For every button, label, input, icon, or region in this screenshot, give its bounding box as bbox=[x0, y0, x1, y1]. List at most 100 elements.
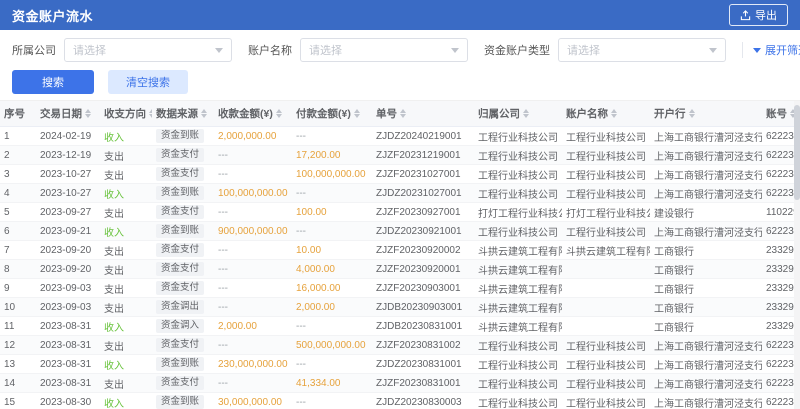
column-label: 付款金额(¥) bbox=[296, 106, 351, 121]
cell-orderNo: ZJDZ20230921001 bbox=[372, 222, 474, 241]
amount-value: 230,000,000.00 bbox=[218, 359, 288, 370]
empty-amount: --- bbox=[218, 150, 228, 161]
cell-orderNo: ZJDZ20230831001 bbox=[372, 355, 474, 374]
column-header-no: 序号 bbox=[0, 101, 36, 127]
empty-amount: --- bbox=[296, 321, 306, 332]
search-button[interactable]: 搜索 bbox=[12, 70, 94, 94]
company-select[interactable]: 请选择 bbox=[64, 38, 232, 62]
column-header-bank[interactable]: 开户行 bbox=[650, 101, 762, 127]
cell-bank: 上海工商银行漕河泾支行 bbox=[650, 393, 762, 409]
sort-icon[interactable] bbox=[354, 109, 360, 118]
table-row: 52023-09-27支出资金支付---100.00ZJZF2023092700… bbox=[0, 203, 800, 222]
cell-date: 2023-08-30 bbox=[36, 393, 100, 409]
sort-icon[interactable] bbox=[85, 109, 91, 118]
account-type-select[interactable]: 请选择 bbox=[558, 38, 726, 62]
source-badge: 资金到账 bbox=[156, 395, 204, 409]
cell-direction: 支出 bbox=[100, 241, 152, 260]
table-row: 22023-12-19支出资金支付---17,200.00ZJZF2023121… bbox=[0, 146, 800, 165]
cell-source: 资金调出 bbox=[152, 298, 214, 317]
cell-inAmount: 2,000.00 bbox=[214, 317, 292, 336]
expand-filters-link[interactable]: 展开筛选 bbox=[742, 42, 800, 58]
cell-bank: 上海工商银行漕河泾支行 bbox=[650, 146, 762, 165]
cell-inAmount: --- bbox=[214, 146, 292, 165]
cell-outAmount: 17,200.00 bbox=[292, 146, 372, 165]
cell-accountName: 工程行业科技公司 bbox=[562, 393, 650, 409]
cell-accountName: 工程行业科技公司 bbox=[562, 184, 650, 203]
cell-accountName: 工程行业科技公司 bbox=[562, 374, 650, 393]
amount-value: 2,000,000.00 bbox=[218, 131, 276, 142]
amount-value: 16,000.00 bbox=[296, 283, 341, 294]
direction-expense: 支出 bbox=[104, 266, 124, 277]
cell-date: 2023-08-31 bbox=[36, 355, 100, 374]
cell-date: 2023-09-03 bbox=[36, 279, 100, 298]
filter-account-type: 资金账户类型 请选择 bbox=[484, 38, 726, 62]
export-button[interactable]: 导出 bbox=[729, 4, 788, 26]
cell-orderNo: ZJZF20231027001 bbox=[372, 165, 474, 184]
amount-value: 900,000,000.00 bbox=[218, 226, 288, 237]
column-header-direction[interactable]: 收支方向 bbox=[100, 101, 152, 127]
sort-icon[interactable] bbox=[149, 109, 152, 118]
cell-date: 2023-09-20 bbox=[36, 260, 100, 279]
cell-direction: 支出 bbox=[100, 374, 152, 393]
empty-amount: --- bbox=[218, 378, 228, 389]
empty-amount: --- bbox=[296, 359, 306, 370]
sort-icon[interactable] bbox=[523, 109, 529, 118]
sort-icon[interactable] bbox=[689, 109, 695, 118]
empty-amount: --- bbox=[296, 188, 306, 199]
vertical-scrollbar[interactable] bbox=[794, 101, 800, 409]
sort-icon[interactable] bbox=[611, 109, 617, 118]
account-name-select[interactable]: 请选择 bbox=[300, 38, 468, 62]
source-badge: 资金支付 bbox=[156, 205, 204, 219]
column-header-date[interactable]: 交易日期 bbox=[36, 101, 100, 127]
cell-date: 2023-09-21 bbox=[36, 222, 100, 241]
cell-direction: 收入 bbox=[100, 393, 152, 409]
direction-expense: 支出 bbox=[104, 209, 124, 220]
cell-source: 资金支付 bbox=[152, 203, 214, 222]
column-header-company[interactable]: 归属公司 bbox=[474, 101, 562, 127]
cell-orderNo: ZJZF20230903001 bbox=[372, 279, 474, 298]
amount-value: 100,000,000.00 bbox=[218, 188, 288, 199]
source-badge: 资金支付 bbox=[156, 167, 204, 181]
amount-value: 41,334.00 bbox=[296, 378, 341, 389]
cell-source: 资金到账 bbox=[152, 393, 214, 409]
chevron-down-icon bbox=[709, 48, 717, 53]
cell-company: 斗拱云建筑工程有限公司 bbox=[474, 279, 562, 298]
table-row: 152023-08-30收入资金到账30,000,000.00---ZJDZ20… bbox=[0, 393, 800, 409]
cell-no: 3 bbox=[0, 165, 36, 184]
source-badge: 资金支付 bbox=[156, 376, 204, 390]
sort-icon[interactable] bbox=[400, 109, 406, 118]
cell-direction: 支出 bbox=[100, 165, 152, 184]
column-header-outAmount[interactable]: 付款金额(¥) bbox=[292, 101, 372, 127]
flow-table: 序号交易日期收支方向数据来源收款金额(¥) 付款金额(¥) 单号归属公司账户名称 开户… bbox=[0, 101, 800, 409]
column-header-source[interactable]: 数据来源 bbox=[152, 101, 214, 127]
cell-outAmount: 500,000,000.00 bbox=[292, 336, 372, 355]
table-row: 72023-09-20支出资金支付---10.00ZJZF20230920002… bbox=[0, 241, 800, 260]
amount-value: 500,000,000.00 bbox=[296, 340, 366, 351]
cell-inAmount: --- bbox=[214, 260, 292, 279]
column-header-inAmount[interactable]: 收款金额(¥) bbox=[214, 101, 292, 127]
scrollbar-thumb[interactable] bbox=[794, 105, 800, 200]
cell-orderNo: ZJZF20230920001 bbox=[372, 260, 474, 279]
cell-company: 工程行业科技公司 bbox=[474, 127, 562, 146]
cell-accountName: 工程行业科技公司 bbox=[562, 165, 650, 184]
column-header-accountName[interactable]: 账户名称 bbox=[562, 101, 650, 127]
direction-income: 收入 bbox=[104, 228, 124, 239]
cell-source: 资金到账 bbox=[152, 127, 214, 146]
cell-outAmount: 16,000.00 bbox=[292, 279, 372, 298]
table-row: 132023-08-31收入资金到账230,000,000.00---ZJDZ2… bbox=[0, 355, 800, 374]
column-header-orderNo[interactable]: 单号 bbox=[372, 101, 474, 127]
cell-outAmount: --- bbox=[292, 222, 372, 241]
cell-source: 资金到账 bbox=[152, 355, 214, 374]
amount-value: 100.00 bbox=[296, 207, 327, 218]
cell-no: 8 bbox=[0, 260, 36, 279]
source-badge: 资金支付 bbox=[156, 148, 204, 162]
cell-inAmount: --- bbox=[214, 203, 292, 222]
table-row: 122023-08-31支出资金支付---500,000,000.00ZJZF2… bbox=[0, 336, 800, 355]
cell-bank: 上海工商银行漕河泾支行 bbox=[650, 355, 762, 374]
column-label: 账户名称 bbox=[566, 106, 608, 121]
sort-icon[interactable] bbox=[201, 109, 207, 118]
cell-orderNo: ZJZF20230920002 bbox=[372, 241, 474, 260]
clear-search-button[interactable]: 清空搜索 bbox=[108, 70, 188, 94]
cell-inAmount: --- bbox=[214, 298, 292, 317]
sort-icon[interactable] bbox=[276, 109, 282, 118]
